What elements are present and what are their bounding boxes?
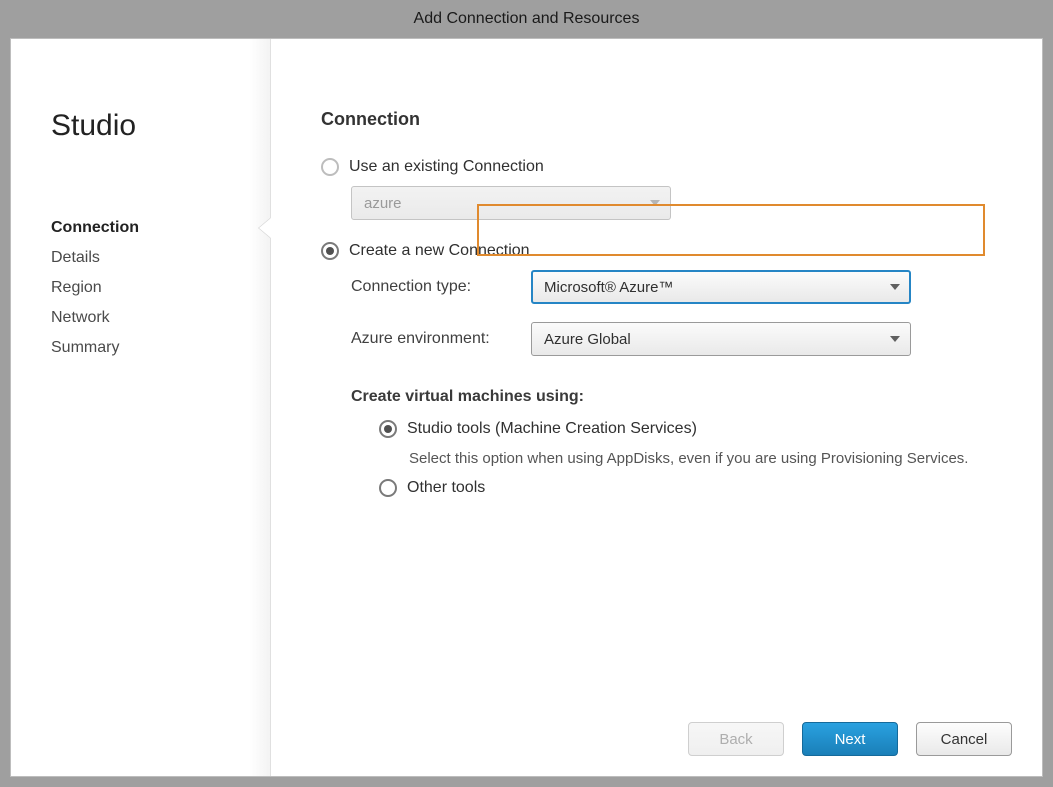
chevron-down-icon: [890, 284, 900, 290]
wizard-window: Add Connection and Resources Studio Conn…: [0, 0, 1053, 787]
connection-type-dropdown[interactable]: Microsoft® Azure™: [531, 270, 911, 304]
azure-environment-dropdown[interactable]: Azure Global: [531, 322, 911, 356]
radio-create-new[interactable]: Create a new Connection: [321, 242, 1012, 260]
connection-type-label: Connection type:: [351, 278, 531, 296]
studio-tools-desc: Select this option when using AppDisks, …: [409, 448, 1012, 469]
nav-step-connection[interactable]: Connection: [51, 213, 270, 243]
app-name: Studio: [51, 109, 270, 143]
next-button[interactable]: Next: [802, 722, 898, 756]
vm-section-heading: Create virtual machines using:: [351, 388, 1012, 406]
wizard-body: Studio Connection Details Region Network…: [10, 38, 1043, 777]
chevron-down-icon: [650, 200, 660, 206]
existing-connection-dropdown: azure: [351, 186, 671, 220]
azure-environment-value: Azure Global: [544, 331, 631, 348]
radio-use-existing[interactable]: Use an existing Connection: [321, 158, 1012, 176]
nav-step-summary[interactable]: Summary: [51, 333, 270, 363]
radio-icon: [379, 479, 397, 497]
connection-type-value: Microsoft® Azure™: [544, 279, 673, 296]
radio-other-tools-label: Other tools: [407, 479, 485, 497]
nav-step-details[interactable]: Details: [51, 243, 270, 273]
wizard-main: Connection Use an existing Connection az…: [271, 39, 1042, 776]
nav-step-network[interactable]: Network: [51, 303, 270, 333]
radio-icon: [321, 158, 339, 176]
azure-environment-label: Azure environment:: [351, 330, 531, 348]
section-title: Connection: [321, 109, 1012, 130]
chevron-down-icon: [890, 336, 900, 342]
radio-icon: [321, 242, 339, 260]
nav-step-region[interactable]: Region: [51, 273, 270, 303]
radio-studio-tools[interactable]: Studio tools (Machine Creation Services): [379, 420, 1012, 438]
wizard-footer: Back Next Cancel: [688, 722, 1012, 756]
wizard-sidebar: Studio Connection Details Region Network…: [11, 39, 271, 776]
cancel-button[interactable]: Cancel: [916, 722, 1012, 756]
radio-other-tools[interactable]: Other tools: [379, 479, 1012, 497]
radio-icon: [379, 420, 397, 438]
radio-use-existing-label: Use an existing Connection: [349, 158, 544, 176]
existing-connection-value: azure: [364, 195, 402, 212]
radio-create-new-label: Create a new Connection: [349, 242, 530, 260]
radio-studio-tools-label: Studio tools (Machine Creation Services): [407, 420, 697, 438]
back-button: Back: [688, 722, 784, 756]
window-title: Add Connection and Resources: [0, 0, 1053, 38]
